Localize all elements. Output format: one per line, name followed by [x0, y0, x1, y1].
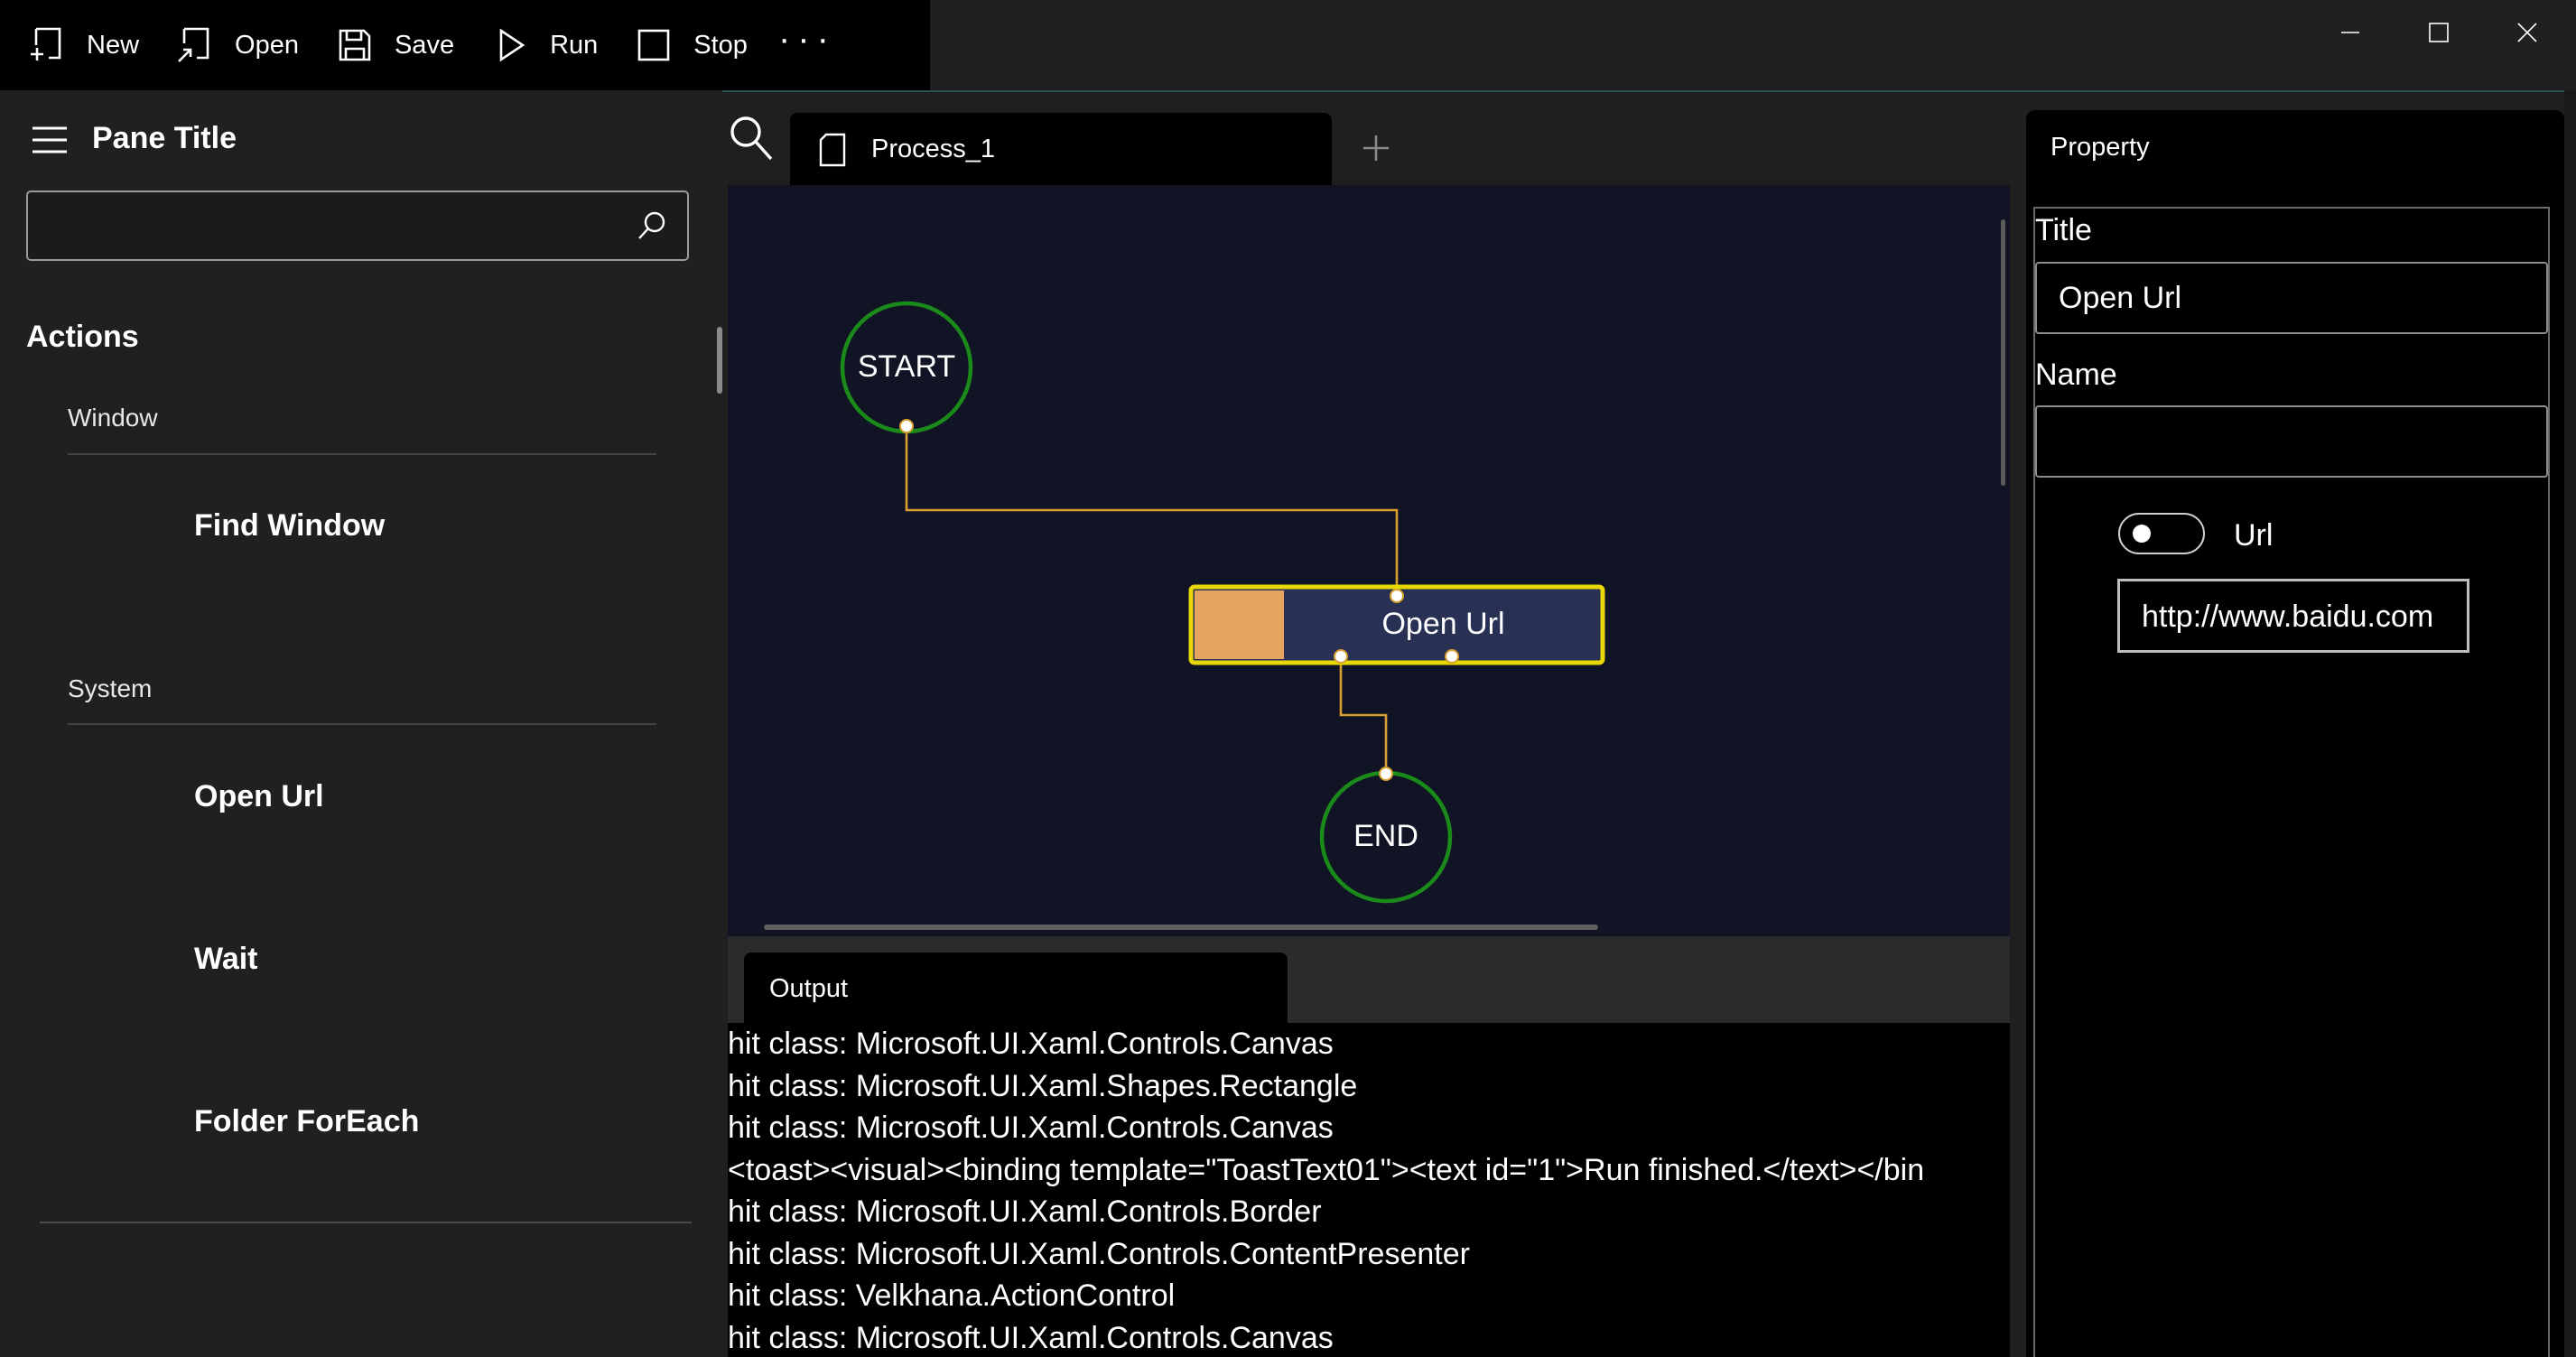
- new-label: New: [87, 30, 140, 60]
- close-button[interactable]: [2483, 0, 2571, 65]
- command-bar: New Open Save Run Stop ···: [0, 0, 930, 90]
- play-icon: [499, 28, 525, 62]
- run-button[interactable]: Run: [463, 0, 607, 90]
- document-icon: [819, 133, 846, 167]
- name-input[interactable]: [2035, 405, 2548, 478]
- run-label: Run: [550, 30, 599, 60]
- pane-bottom-divider: [40, 1222, 692, 1223]
- log-line: hit class: Microsoft.UI.Xaml.Controls.Bo…: [728, 1194, 1322, 1229]
- connector-action-to-end: [1339, 656, 1388, 774]
- action-input-port[interactable]: [1390, 589, 1404, 603]
- pane-title: Pane Title: [92, 121, 237, 155]
- nav-item-folder-foreach[interactable]: Folder ForEach: [194, 1104, 419, 1139]
- canvas-search-icon[interactable]: [728, 112, 775, 166]
- end-input-port[interactable]: [1379, 767, 1393, 781]
- nav-item-find-window[interactable]: Find Window: [194, 508, 385, 544]
- canvas-vertical-scrollbar[interactable]: [2001, 219, 2005, 486]
- maximize-button[interactable]: [2395, 0, 2483, 65]
- group-divider: [68, 723, 656, 725]
- end-node-label: END: [1353, 819, 1418, 853]
- tab-title: Process_1: [871, 135, 996, 163]
- group-label-system: System: [68, 674, 153, 702]
- pane-search-box[interactable]: [26, 191, 689, 261]
- output-log[interactable]: hit class: Microsoft.UI.Xaml.Controls.Ca…: [728, 1023, 2010, 1357]
- action-output-port[interactable]: [1334, 649, 1348, 664]
- url-toggle-label: Url: [2234, 518, 2274, 553]
- start-node-label: START: [857, 349, 956, 384]
- title-input[interactable]: [2035, 262, 2548, 334]
- save-button[interactable]: Save: [308, 0, 463, 90]
- canvas-horizontal-scrollbar[interactable]: [764, 925, 1598, 930]
- toggle-knob: [2133, 525, 2151, 543]
- log-line: hit class: Microsoft.UI.Xaml.Shapes.Rect…: [728, 1069, 1358, 1103]
- open-file-icon: [178, 27, 209, 62]
- log-line: hit class: Microsoft.UI.Xaml.Controls.Ca…: [728, 1321, 1334, 1355]
- name-field-label: Name: [2035, 358, 2117, 392]
- connector-start-to-action: [905, 426, 1399, 596]
- log-line: hit class: Velkhana.ActionControl: [728, 1278, 1176, 1313]
- url-field[interactable]: http://www.baidu.com: [2117, 579, 2469, 653]
- group-label-window: Window: [68, 404, 158, 432]
- add-tab-icon[interactable]: [1354, 126, 1398, 170]
- more-options-button[interactable]: ···: [778, 21, 836, 70]
- save-icon: [339, 29, 371, 61]
- new-file-icon: [31, 27, 61, 60]
- tab-process[interactable]: Process_1: [790, 113, 1332, 185]
- log-line: hit class: Microsoft.UI.Xaml.Controls.Ca…: [728, 1111, 1334, 1145]
- pane-scrollbar[interactable]: [717, 327, 722, 394]
- stop-icon: [637, 29, 670, 61]
- group-divider: [68, 453, 656, 455]
- output-tab-label: Output: [769, 974, 849, 1003]
- new-button[interactable]: New: [0, 0, 148, 90]
- flow-canvas[interactable]: START Open Url END: [728, 185, 2010, 936]
- open-label: Open: [235, 30, 299, 60]
- stop-label: Stop: [693, 30, 748, 60]
- search-input[interactable]: [28, 192, 626, 261]
- log-line: <toast><visual><binding template="ToastT…: [728, 1153, 1925, 1187]
- minimize-button[interactable]: [2306, 0, 2395, 65]
- log-line: hit class: Microsoft.UI.Xaml.Controls.Co…: [728, 1237, 1470, 1271]
- stop-button[interactable]: Stop: [607, 0, 757, 90]
- nav-item-wait[interactable]: Wait: [194, 942, 258, 977]
- save-label: Save: [394, 30, 455, 60]
- tab-output[interactable]: Output: [744, 953, 1288, 1023]
- minimize-icon: [2341, 32, 2359, 33]
- title-bar-divider: [722, 90, 2576, 92]
- window-right-edge: [2564, 90, 2576, 1357]
- actions-header: Actions: [26, 320, 139, 354]
- navigation-pane: [0, 94, 728, 1357]
- open-button[interactable]: Open: [148, 0, 308, 90]
- property-panel-title: Property: [2051, 133, 2150, 162]
- nav-item-open-url[interactable]: Open Url: [194, 779, 324, 814]
- url-value: http://www.baidu.com: [2142, 599, 2434, 634]
- maximize-icon: [2429, 23, 2449, 42]
- title-field-label: Title: [2035, 213, 2092, 247]
- action-node-accent: [1195, 590, 1284, 659]
- close-icon: [2517, 23, 2537, 42]
- log-line: hit class: Microsoft.UI.Xaml.Controls.Ca…: [728, 1027, 1334, 1061]
- hamburger-menu-icon[interactable]: [31, 125, 69, 155]
- action-node-label: Open Url: [1381, 607, 1505, 641]
- start-output-port[interactable]: [899, 419, 914, 433]
- search-icon[interactable]: [637, 210, 667, 241]
- url-toggle[interactable]: [2118, 513, 2205, 554]
- action-output-port-2[interactable]: [1445, 649, 1459, 664]
